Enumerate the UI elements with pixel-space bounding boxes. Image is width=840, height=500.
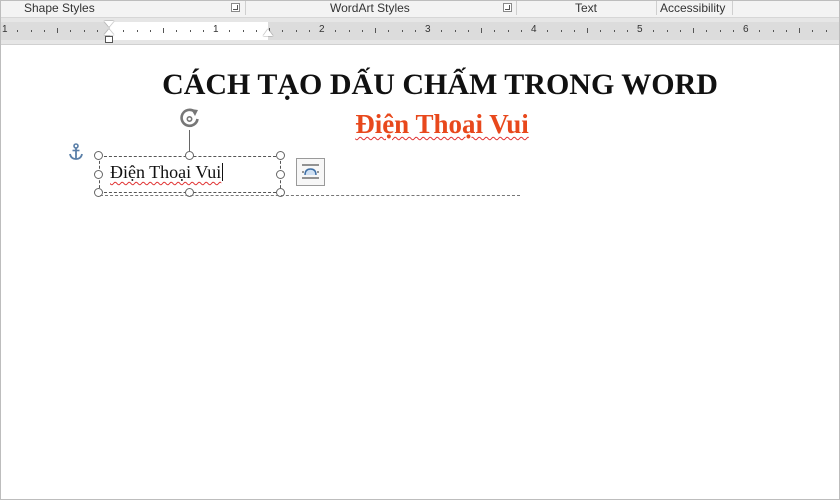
left-indent-marker[interactable] xyxy=(105,36,113,43)
hanging-indent-marker[interactable] xyxy=(104,29,114,35)
ruler-number: 5 xyxy=(637,24,643,35)
ruler-tick xyxy=(667,30,668,32)
ruler-tick xyxy=(826,30,827,32)
ruler-tick xyxy=(481,28,482,33)
ruler-tick xyxy=(70,30,71,32)
ruler-tick xyxy=(521,30,522,32)
ruler-tick xyxy=(229,30,230,32)
ruler-tick xyxy=(190,30,191,32)
ruler-tick xyxy=(97,30,98,32)
ruler-tick xyxy=(203,30,204,32)
subtitle-text: Điện Thoại Vui xyxy=(355,109,529,139)
ruler-tick xyxy=(799,28,800,33)
ruler-tick xyxy=(600,30,601,32)
resize-handle-right[interactable] xyxy=(276,170,285,179)
ruler-tick xyxy=(388,30,389,32)
ruler-tick xyxy=(415,30,416,32)
ruler-tick xyxy=(494,30,495,32)
group-wordart-styles[interactable]: WordArt Styles xyxy=(330,1,410,15)
anchor-icon[interactable] xyxy=(68,143,84,161)
ruler-tick xyxy=(561,30,562,32)
ruler-number: 1 xyxy=(213,24,219,35)
ruler-tick xyxy=(163,28,164,33)
shape-styles-dialog-launcher-icon[interactable] xyxy=(231,3,240,12)
ruler-tick xyxy=(547,30,548,32)
resize-handle-top-right[interactable] xyxy=(276,151,285,160)
ruler-tick xyxy=(84,30,85,32)
ruler-number: 2 xyxy=(319,24,325,35)
ruler-tick xyxy=(627,30,628,32)
ruler-number: 4 xyxy=(531,24,537,35)
ruler-tick xyxy=(455,30,456,32)
ruler-tick xyxy=(720,30,721,32)
ruler-tick xyxy=(759,30,760,32)
dotted-leader-line xyxy=(100,195,520,196)
ruler-tick xyxy=(375,28,376,33)
rotate-icon[interactable] xyxy=(177,107,203,131)
ruler-tick xyxy=(44,30,45,32)
ruler-tick xyxy=(508,30,509,32)
group-separator xyxy=(656,1,657,15)
ruler-tick xyxy=(468,30,469,32)
ruler-tick xyxy=(123,30,124,32)
group-separator xyxy=(245,1,246,15)
document-subtitle: Điện Thoại Vui xyxy=(292,109,592,140)
group-text[interactable]: Text xyxy=(575,1,597,15)
ruler-number: 6 xyxy=(743,24,749,35)
group-separator xyxy=(732,1,733,15)
ruler-tick xyxy=(614,30,615,32)
layout-options-icon xyxy=(302,164,319,179)
ruler-tick xyxy=(441,30,442,32)
first-line-indent-marker[interactable] xyxy=(104,21,114,27)
resize-handle-top[interactable] xyxy=(185,151,194,160)
ruler-tick xyxy=(309,30,310,32)
ruler-tick xyxy=(693,28,694,33)
ruler-tick xyxy=(786,30,787,32)
ruler-tick xyxy=(31,30,32,32)
ruler-tick xyxy=(150,30,151,32)
text-box-label: Điện Thoại Vui xyxy=(110,162,222,182)
ruler-tick xyxy=(574,30,575,32)
ruler-tick xyxy=(282,30,283,32)
ruler-tick xyxy=(587,28,588,33)
ruler-tick xyxy=(57,28,58,33)
ruler-tick xyxy=(733,30,734,32)
ruler-tick xyxy=(17,30,18,32)
ruler-tick xyxy=(773,30,774,32)
ruler-tick xyxy=(256,30,257,32)
ruler-tick xyxy=(653,30,654,32)
ruler-tick xyxy=(402,30,403,32)
text-box-content[interactable]: Điện Thoại Vui xyxy=(110,162,224,183)
ruler-tick xyxy=(362,30,363,32)
right-indent-marker[interactable] xyxy=(263,29,273,36)
group-shape-styles[interactable]: Shape Styles xyxy=(24,1,95,15)
layout-options-button[interactable] xyxy=(296,158,325,186)
text-cursor xyxy=(222,163,224,181)
resize-handle-top-left[interactable] xyxy=(94,151,103,160)
ruler-tick xyxy=(296,30,297,32)
ruler-tick xyxy=(335,30,336,32)
document-title: CÁCH TẠO DẤU CHẤM TRONG WORD xyxy=(162,68,718,101)
ruler-tick xyxy=(706,30,707,32)
ruler-tick xyxy=(349,30,350,32)
ruler-tick xyxy=(680,30,681,32)
ribbon-group-bar: Shape Styles WordArt Styles Text Accessi… xyxy=(0,0,840,18)
ruler-margin-right xyxy=(268,22,840,40)
ruler-text-area xyxy=(110,22,268,40)
group-separator xyxy=(516,1,517,15)
ruler-number: 1 xyxy=(2,24,8,35)
ruler-tick xyxy=(243,30,244,32)
ruler-tick xyxy=(137,30,138,32)
ruler-tick xyxy=(176,30,177,32)
ruler-number: 3 xyxy=(425,24,431,35)
resize-handle-left[interactable] xyxy=(94,170,103,179)
group-accessibility[interactable]: Accessibility xyxy=(660,1,725,15)
ruler-tick xyxy=(812,30,813,32)
wordart-styles-dialog-launcher-icon[interactable] xyxy=(503,3,512,12)
